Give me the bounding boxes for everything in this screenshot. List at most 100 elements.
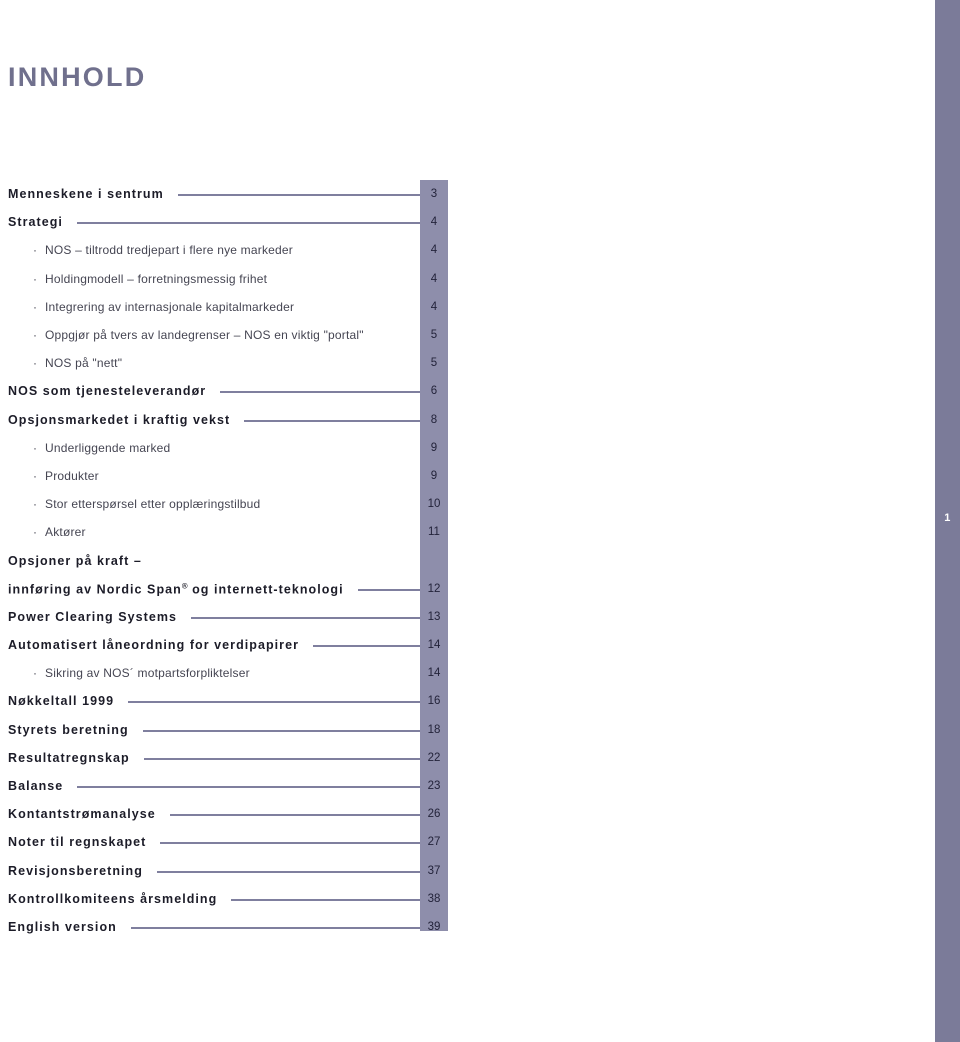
toc-entry-label: Menneskene i sentrum (8, 187, 164, 202)
bullet-icon: · (33, 497, 37, 512)
toc-entry[interactable]: Automatisert låneordning for verdipapire… (0, 631, 448, 659)
toc-entry[interactable]: Power Clearing Systems 13 (0, 603, 448, 631)
toc-entry-label: Sikring av NOS´ motpartsforpliktelser (45, 666, 250, 681)
toc-entry-label: Balanse (8, 779, 64, 794)
toc-entry[interactable]: NOS som tjenesteleverandør 6 (0, 377, 448, 405)
toc-entry[interactable]: · NOS på "nett" 5 (0, 349, 448, 377)
toc-entry-label: Revisjonsberetning (8, 863, 143, 878)
toc-entry[interactable]: Strategi 4 (0, 208, 448, 236)
toc-entry-label: Kontrollkomiteens årsmelding (8, 891, 218, 906)
toc-entry[interactable]: · NOS – tiltrodd tredjepart i flere nye m… (0, 236, 448, 264)
page-title: INNHOLD (8, 62, 147, 92)
toc-entry-page-number: 5 (430, 357, 438, 370)
toc-entry-label: Oppgjør på tvers av landegrenser – NOS e… (45, 328, 364, 343)
toc-entry-page-number: 18 (427, 723, 441, 736)
toc-entry[interactable]: Revisjonsberetning 37 (0, 857, 448, 885)
toc-entry-page-number: 6 (430, 385, 438, 398)
toc-entry-label: Automatisert låneordning for verdipapire… (8, 638, 300, 653)
toc-entry-label: Holdingmodell – forretningsmessig frihet (45, 271, 268, 286)
bullet-icon: · (33, 271, 37, 286)
leader-line (160, 842, 420, 845)
leader-line (177, 194, 420, 197)
toc-entry-page-number: 12 (427, 582, 441, 595)
toc-entry[interactable]: Opsjoner på kraft – (0, 546, 448, 574)
toc-entry[interactable]: · Integrering av internasjonale kapitalma… (0, 293, 448, 321)
toc-entry[interactable]: Kontrollkomiteens årsmelding 38 (0, 885, 448, 913)
toc-entry[interactable]: · Stor etterspørsel etter opplæringstilbu… (0, 490, 448, 518)
leader-line (231, 898, 420, 901)
toc-entry-label: Underliggende marked (45, 440, 171, 455)
bullet-icon: · (33, 328, 37, 343)
toc-entry-label: NOS – tiltrodd tredjepart i flere nye ma… (45, 243, 293, 258)
toc-entry-label: Power Clearing Systems (8, 609, 177, 624)
toc-entry-page-number: 4 (430, 300, 438, 313)
toc-entry-page-number: 26 (427, 808, 441, 821)
table-of-contents: Menneskene i sentrum 3 Strategi 4 · NOS – til… (0, 180, 448, 941)
toc-entry-label: Produkter (45, 468, 99, 483)
toc-entry[interactable]: Resultatregnskap 22 (0, 744, 448, 772)
leader-line (77, 786, 420, 789)
leader-line (142, 729, 420, 732)
leader-line (169, 814, 420, 817)
toc-entry[interactable]: · Aktører 11 (0, 518, 448, 546)
leader-line (128, 701, 420, 704)
bullet-icon: · (33, 299, 37, 314)
toc-entry-page-number: 14 (427, 639, 441, 652)
page-folio-number: 1 (944, 512, 951, 524)
toc-entry[interactable]: · Produkter 9 (0, 462, 448, 490)
toc-entry-page-number: 10 (427, 498, 441, 511)
bullet-icon: · (33, 468, 37, 483)
toc-entry-page-number: 4 (430, 244, 438, 257)
toc-entry[interactable]: innføring av Nordic Span® og internett-t… (0, 575, 448, 603)
leader-line (191, 616, 420, 619)
toc-entry-label: Opsjoner på kraft – (8, 553, 142, 568)
toc-entry[interactable]: Menneskene i sentrum 3 (0, 180, 448, 208)
toc-entry-page-number: 8 (430, 413, 438, 426)
leader-line (76, 222, 420, 225)
toc-entry-page-number: 27 (427, 836, 441, 849)
toc-entry-page-number: 16 (427, 695, 441, 708)
leader-line (143, 757, 420, 760)
toc-entry-label: English version (8, 919, 117, 934)
toc-entry[interactable]: English version 39 (0, 913, 448, 941)
toc-entry-label: Styrets beretning (8, 722, 129, 737)
toc-entry-page-number: 38 (427, 892, 441, 905)
leader-line (357, 588, 420, 591)
toc-entry-label: NOS på "nett" (45, 356, 123, 371)
toc-entry-page-number: 11 (428, 526, 440, 539)
toc-entry-page-number: 4 (430, 272, 438, 285)
toc-entry-page-number: 5 (430, 329, 438, 342)
bullet-icon: · (33, 243, 37, 258)
bullet-icon: · (33, 666, 37, 681)
bullet-icon: · (33, 440, 37, 455)
toc-entry[interactable]: · Holdingmodell – forretningsmessig frihe… (0, 265, 448, 293)
toc-entry-page-number: 39 (427, 920, 441, 933)
toc-entry-label: Integrering av internasjonale kapitalmar… (45, 299, 295, 314)
leader-line (220, 391, 420, 394)
toc-entry-label: NOS som tjenesteleverandør (8, 384, 207, 399)
toc-entry-label: Noter til regnskapet (8, 835, 147, 850)
toc-entry-page-number: 23 (427, 780, 441, 793)
toc-entry[interactable]: Balanse 23 (0, 772, 448, 800)
leader-line (244, 419, 420, 422)
toc-entry[interactable]: · Sikring av NOS´ motpartsforpliktelser 14 (0, 659, 448, 687)
leader-line (130, 926, 420, 929)
leader-line (156, 870, 420, 873)
toc-entry[interactable]: Nøkkeltall 1999 16 (0, 687, 448, 715)
toc-entry[interactable]: · Underliggende marked 9 (0, 434, 448, 462)
leader-line (313, 645, 420, 648)
toc-entry[interactable]: Opsjonsmarkedet i kraftig vekst 8 (0, 406, 448, 434)
toc-entry[interactable]: Styrets beretning 18 (0, 716, 448, 744)
toc-entry[interactable]: Noter til regnskapet 27 (0, 828, 448, 856)
toc-entry-page-number: 22 (427, 751, 441, 764)
toc-entry-page-number: 9 (430, 469, 438, 482)
toc-entry-page-number: 4 (430, 216, 438, 229)
toc-entry-label: Aktører (45, 525, 86, 540)
toc-entry-page-number: 37 (427, 864, 441, 877)
toc-entry-page-number: 14 (427, 667, 441, 680)
toc-entry[interactable]: · Oppgjør på tvers av landegrenser – NOS … (0, 321, 448, 349)
toc-entry-label: Opsjonsmarkedet i kraftig vekst (8, 412, 231, 427)
toc-entry-label: innføring av Nordic Span® og internett-t… (8, 581, 344, 597)
toc-entry[interactable]: Kontantstrømanalyse 26 (0, 800, 448, 828)
toc-entry-label: Resultatregnskap (8, 750, 130, 765)
